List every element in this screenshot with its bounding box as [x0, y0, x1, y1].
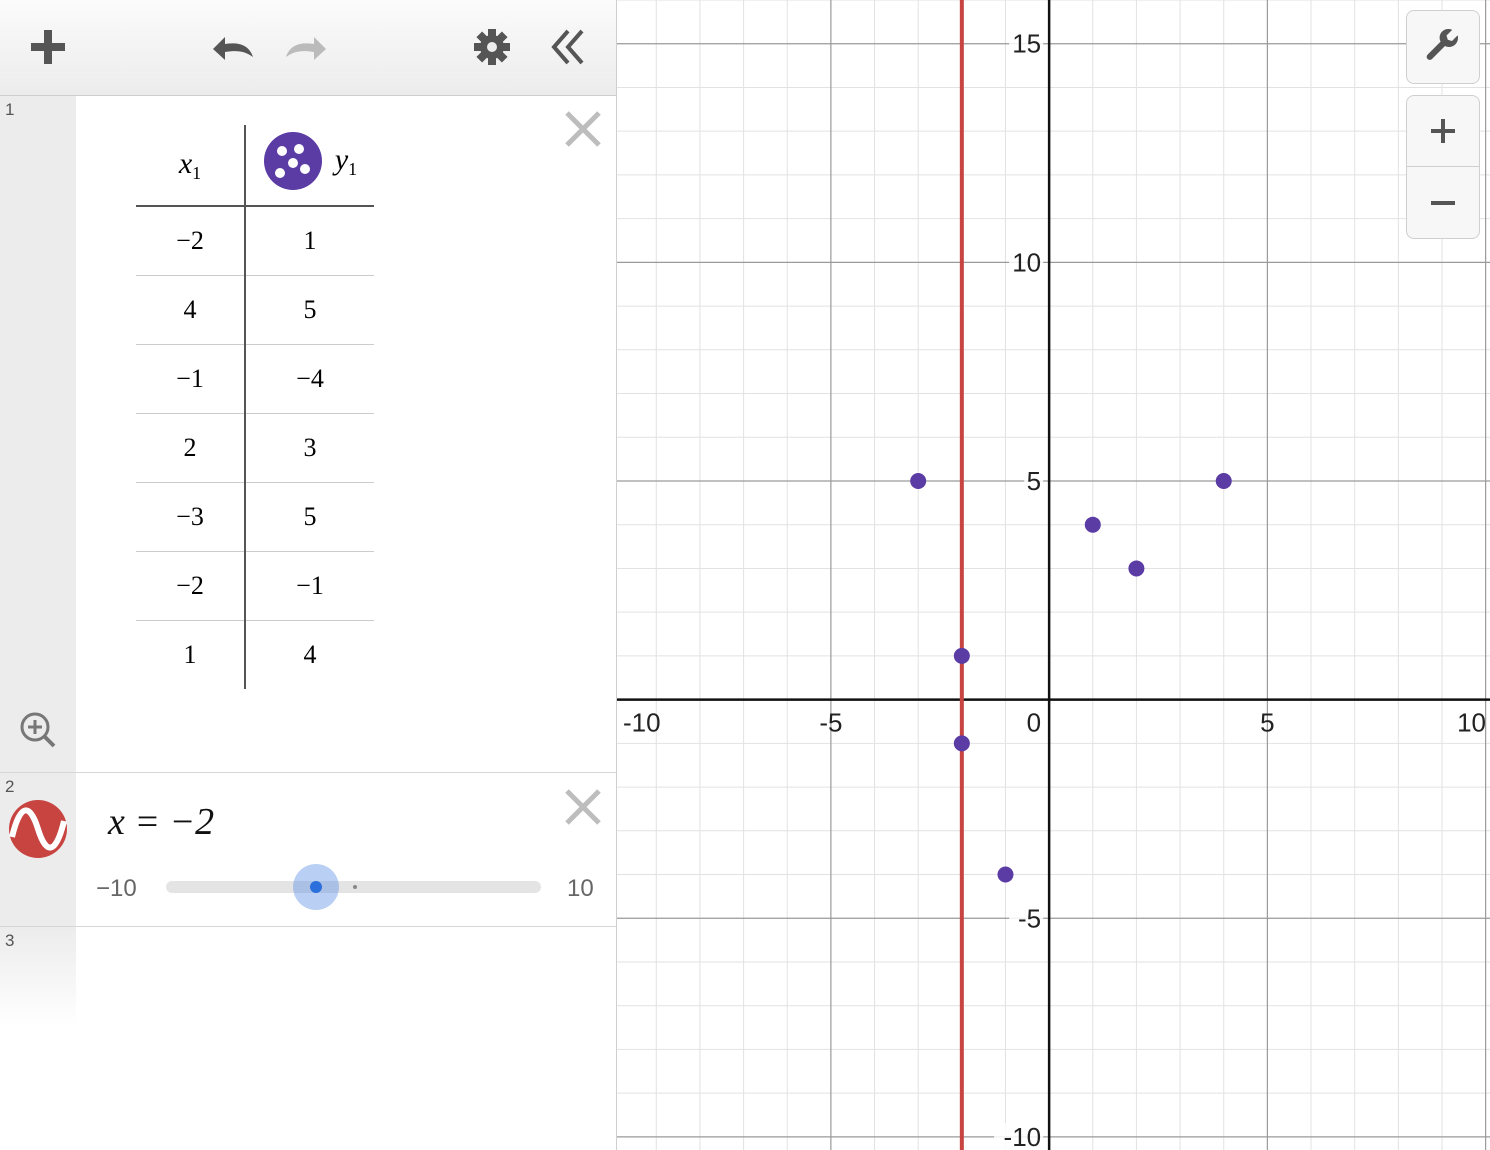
- data-point: [997, 866, 1014, 883]
- table-cell[interactable]: 2: [136, 413, 246, 483]
- expression-number: 2: [5, 777, 15, 796]
- delete-expression-button[interactable]: [562, 108, 604, 150]
- point-style-icon[interactable]: [263, 131, 323, 191]
- table-cell[interactable]: 5: [245, 275, 374, 345]
- graph-svg: -10 -5 0 5 10 15 10 5 -5 -10: [617, 0, 1490, 1150]
- y-tick-label: 15: [1012, 29, 1041, 59]
- redo-icon: [286, 37, 326, 60]
- zoom-fit-icon: [20, 712, 56, 748]
- wrench-icon: [1426, 29, 1458, 60]
- table-header-y[interactable]: y1: [245, 125, 374, 207]
- x-tick-label: -10: [623, 708, 661, 738]
- close-icon: [565, 789, 601, 825]
- close-icon: [565, 111, 601, 147]
- slider-min-label[interactable]: −10: [96, 875, 137, 903]
- expression-number: 3: [5, 931, 15, 950]
- color-toggle-button[interactable]: [8, 799, 68, 864]
- wave-icon: [9, 800, 67, 858]
- zoom-out-button[interactable]: [1406, 166, 1480, 239]
- table-row: −3 5: [136, 482, 374, 552]
- zoom-in-icon: [1431, 119, 1455, 143]
- graph-settings-button[interactable]: [1406, 10, 1480, 84]
- table-row: −2 1: [136, 206, 374, 276]
- table-cell[interactable]: −2: [136, 206, 246, 276]
- x-tick-label: 0: [1027, 708, 1041, 738]
- table-cell[interactable]: −4: [245, 344, 374, 414]
- graph-paper[interactable]: -10 -5 0 5 10 15 10 5 -5 -10: [617, 0, 1490, 1150]
- data-table: x1 y1 −2 1 45 −1 −4 23 −3 5 −2 −1 14: [136, 125, 374, 689]
- slider-max-label[interactable]: 10: [567, 875, 594, 903]
- table-row: −2 −1: [136, 551, 374, 621]
- slider-thumb-dot: [310, 881, 322, 893]
- table-cell[interactable]: −2: [136, 551, 246, 621]
- table-row: 23: [136, 413, 374, 483]
- undo-button[interactable]: [206, 22, 256, 72]
- y-tick-label: -5: [1018, 903, 1041, 933]
- table-cell[interactable]: 1: [136, 620, 246, 689]
- table-row: 14: [136, 620, 374, 690]
- table-cell[interactable]: −1: [245, 551, 374, 621]
- zoom-in-button[interactable]: [1406, 95, 1480, 167]
- y-tick-label: 5: [1027, 466, 1041, 496]
- redo-button[interactable]: [283, 22, 333, 72]
- zoom-out-icon: [1431, 200, 1455, 205]
- data-point: [953, 735, 970, 752]
- expression-toolbar: [0, 0, 616, 96]
- collapse-panel-button[interactable]: [543, 22, 593, 72]
- data-point: [1084, 516, 1101, 533]
- table-header-x[interactable]: x1: [136, 125, 246, 207]
- points: [910, 472, 1232, 883]
- data-point: [1215, 472, 1232, 489]
- delete-expression-button[interactable]: [562, 786, 604, 828]
- x-tick-label: 5: [1260, 708, 1274, 738]
- y-tick-label: 10: [1012, 247, 1041, 277]
- table-cell[interactable]: 5: [245, 482, 374, 552]
- major-grid: [617, 0, 1490, 1150]
- table-cell[interactable]: 1: [245, 206, 374, 276]
- x-tick-label: -5: [819, 708, 842, 738]
- minor-grid: [617, 0, 1490, 1150]
- data-point: [953, 647, 970, 664]
- plus-icon: [31, 30, 65, 64]
- table-cell[interactable]: −1: [136, 344, 246, 414]
- zoom-fit-button[interactable]: [18, 710, 58, 755]
- data-point: [910, 472, 927, 489]
- table-cell[interactable]: 4: [245, 621, 374, 690]
- expression-number: 1: [5, 100, 15, 119]
- tick-labels: -10 -5 0 5 10 15 10 5 -5 -10: [623, 29, 1486, 1150]
- settings-button[interactable]: [467, 22, 517, 72]
- add-expression-button[interactable]: [23, 22, 73, 72]
- slider-tick: [353, 885, 357, 889]
- table-cell[interactable]: −3: [136, 482, 246, 552]
- axes: [617, 0, 1490, 1150]
- table-row: −1 −4: [136, 344, 374, 414]
- expression-input[interactable]: x = −2: [108, 800, 214, 844]
- y-tick-label: -10: [1004, 1122, 1042, 1150]
- collapse-icon: [551, 29, 584, 65]
- table-row: 45: [136, 275, 374, 345]
- undo-icon: [213, 37, 253, 60]
- expression-divider: [0, 772, 616, 773]
- empty-expression-input[interactable]: [76, 927, 616, 1027]
- data-point: [1128, 560, 1145, 577]
- expression-gutter-1: [0, 96, 76, 772]
- gear-icon: [474, 29, 510, 65]
- table-cell[interactable]: 3: [245, 413, 374, 483]
- table-cell[interactable]: 4: [136, 275, 246, 345]
- expression-panel: 1 x1 y1 −2 1 45 −1 −4 23 −3 5 −2 −1 1 4 …: [0, 0, 617, 1150]
- x-tick-label: 10: [1457, 708, 1486, 738]
